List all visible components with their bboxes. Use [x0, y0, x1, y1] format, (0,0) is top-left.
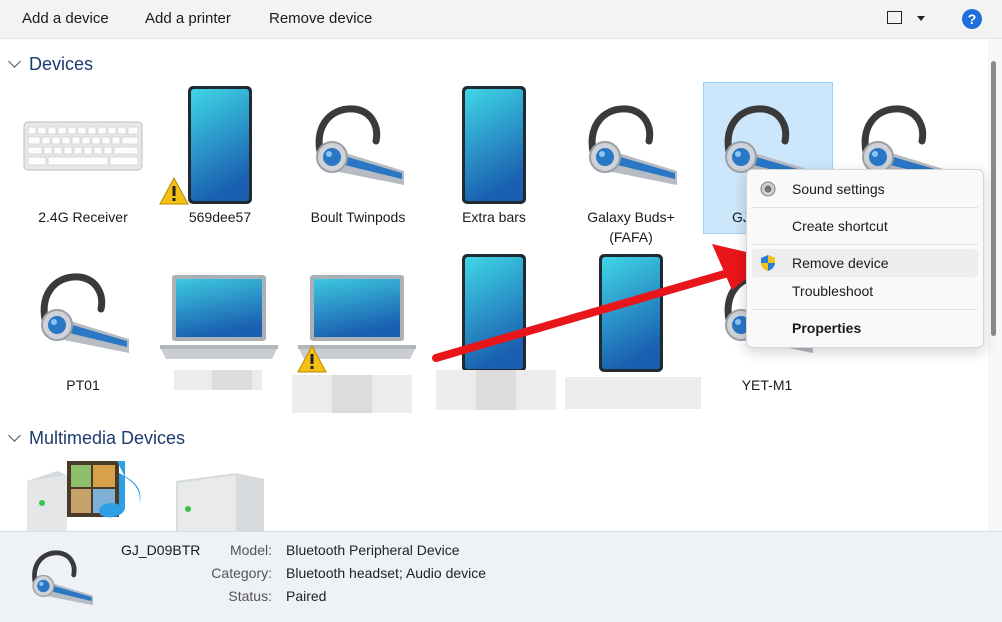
category-key: Category: — [211, 565, 272, 581]
model-key: Model: — [229, 542, 272, 558]
headset-icon — [304, 99, 414, 189]
media-server-icon — [27, 461, 141, 531]
warning-icon — [297, 345, 327, 373]
menu-separator — [752, 207, 978, 208]
devices-group-header[interactable]: Devices — [8, 54, 93, 75]
headset-icon — [577, 99, 687, 189]
shield-icon — [761, 255, 775, 271]
menu-item-sound-settings[interactable]: Sound settings — [747, 175, 983, 203]
speaker-icon — [760, 181, 776, 197]
media-server-icon — [176, 473, 264, 531]
device-tile-receiver[interactable]: 2.4G Receiver — [19, 83, 147, 233]
device-label: PT01 — [66, 377, 100, 393]
menu-item-label: Properties — [792, 320, 862, 336]
device-tile-phone-2[interactable] — [565, 251, 701, 409]
multimedia-group-title: Multimedia Devices — [29, 428, 186, 448]
device-tile-extra-bars[interactable]: Extra bars — [430, 83, 558, 233]
redacted-label — [565, 377, 701, 409]
device-tile-galaxy-buds[interactable]: Galaxy Buds+ (FAFA) — [567, 83, 695, 245]
menu-item-create-shortcut[interactable]: Create shortcut — [747, 212, 983, 240]
device-label: Extra bars — [462, 209, 526, 225]
device-tile-laptop-2[interactable] — [292, 251, 422, 413]
status-value: Paired — [286, 588, 327, 604]
menu-item-troubleshoot[interactable]: Troubleshoot — [747, 277, 983, 305]
laptop-icon — [158, 273, 280, 363]
multimedia-group-header[interactable]: Multimedia Devices — [8, 428, 185, 449]
add-printer-button[interactable]: Add a printer — [145, 10, 231, 27]
media-tile-1[interactable] — [19, 457, 147, 531]
model-value: Bluetooth Peripheral Device — [286, 542, 460, 558]
context-menu: Sound settings Create shortcut Remove de… — [746, 169, 984, 348]
menu-item-label: Remove device — [792, 255, 889, 271]
device-tile-pt01[interactable]: PT01 — [19, 251, 147, 401]
headset-icon — [24, 546, 100, 608]
device-label: 569dee57 — [188, 209, 252, 225]
help-icon[interactable]: ? — [962, 9, 982, 29]
phone-icon — [460, 253, 528, 373]
phone-icon — [597, 253, 665, 373]
redacted-label — [516, 370, 556, 410]
change-view-icon[interactable] — [887, 11, 902, 24]
device-tile-569dee57[interactable]: 569dee57 — [156, 83, 284, 233]
toolbar: Add a device Add a printer Remove device… — [0, 0, 1002, 39]
menu-item-label: Sound settings — [792, 181, 885, 197]
redacted-label — [174, 370, 212, 390]
device-label: 2.4G Receiver — [38, 209, 128, 225]
menu-item-properties[interactable]: Properties — [747, 314, 983, 342]
scrollbar-thumb[interactable] — [991, 61, 996, 336]
warning-icon — [159, 177, 189, 205]
category-value: Bluetooth headset; Audio device — [286, 565, 487, 581]
device-label: Boult Twinpods — [310, 209, 406, 225]
keyboard-icon — [23, 121, 143, 171]
menu-separator — [752, 309, 978, 310]
devices-group-title: Devices — [29, 54, 94, 74]
status-key: Status: — [228, 588, 272, 604]
remove-device-button[interactable]: Remove device — [269, 10, 372, 27]
redacted-label — [212, 370, 252, 390]
menu-item-label: Create shortcut — [792, 218, 888, 234]
redacted-label — [372, 375, 412, 413]
redacted-label — [476, 370, 516, 410]
redacted-label — [292, 375, 332, 413]
chevron-down-icon[interactable] — [8, 55, 21, 68]
media-tile-2[interactable] — [156, 457, 284, 531]
phone-icon — [186, 85, 254, 205]
details-pane: GJ_D09BTR Model: Bluetooth Peripheral De… — [0, 531, 1002, 622]
redacted-label — [252, 370, 262, 390]
chevron-down-icon[interactable] — [8, 429, 21, 442]
redacted-label — [332, 375, 372, 413]
headset-icon — [29, 267, 139, 357]
chevron-down-icon[interactable] — [917, 16, 925, 21]
vertical-scrollbar[interactable] — [988, 39, 1002, 531]
device-tile-laptop-1[interactable] — [156, 251, 284, 401]
add-device-button[interactable]: Add a device — [22, 10, 109, 27]
menu-separator — [752, 244, 978, 245]
redacted-label — [436, 370, 476, 410]
phone-icon — [460, 85, 528, 205]
device-label: Galaxy Buds+ (FAFA) — [587, 209, 675, 245]
device-label: YET-M1 — [741, 377, 793, 393]
device-tile-phone-1[interactable] — [430, 251, 558, 410]
menu-item-label: Troubleshoot — [792, 283, 874, 299]
device-tile-boult-twinpods[interactable]: Boult Twinpods — [294, 83, 422, 233]
menu-item-remove-device[interactable]: Remove device — [752, 249, 978, 277]
